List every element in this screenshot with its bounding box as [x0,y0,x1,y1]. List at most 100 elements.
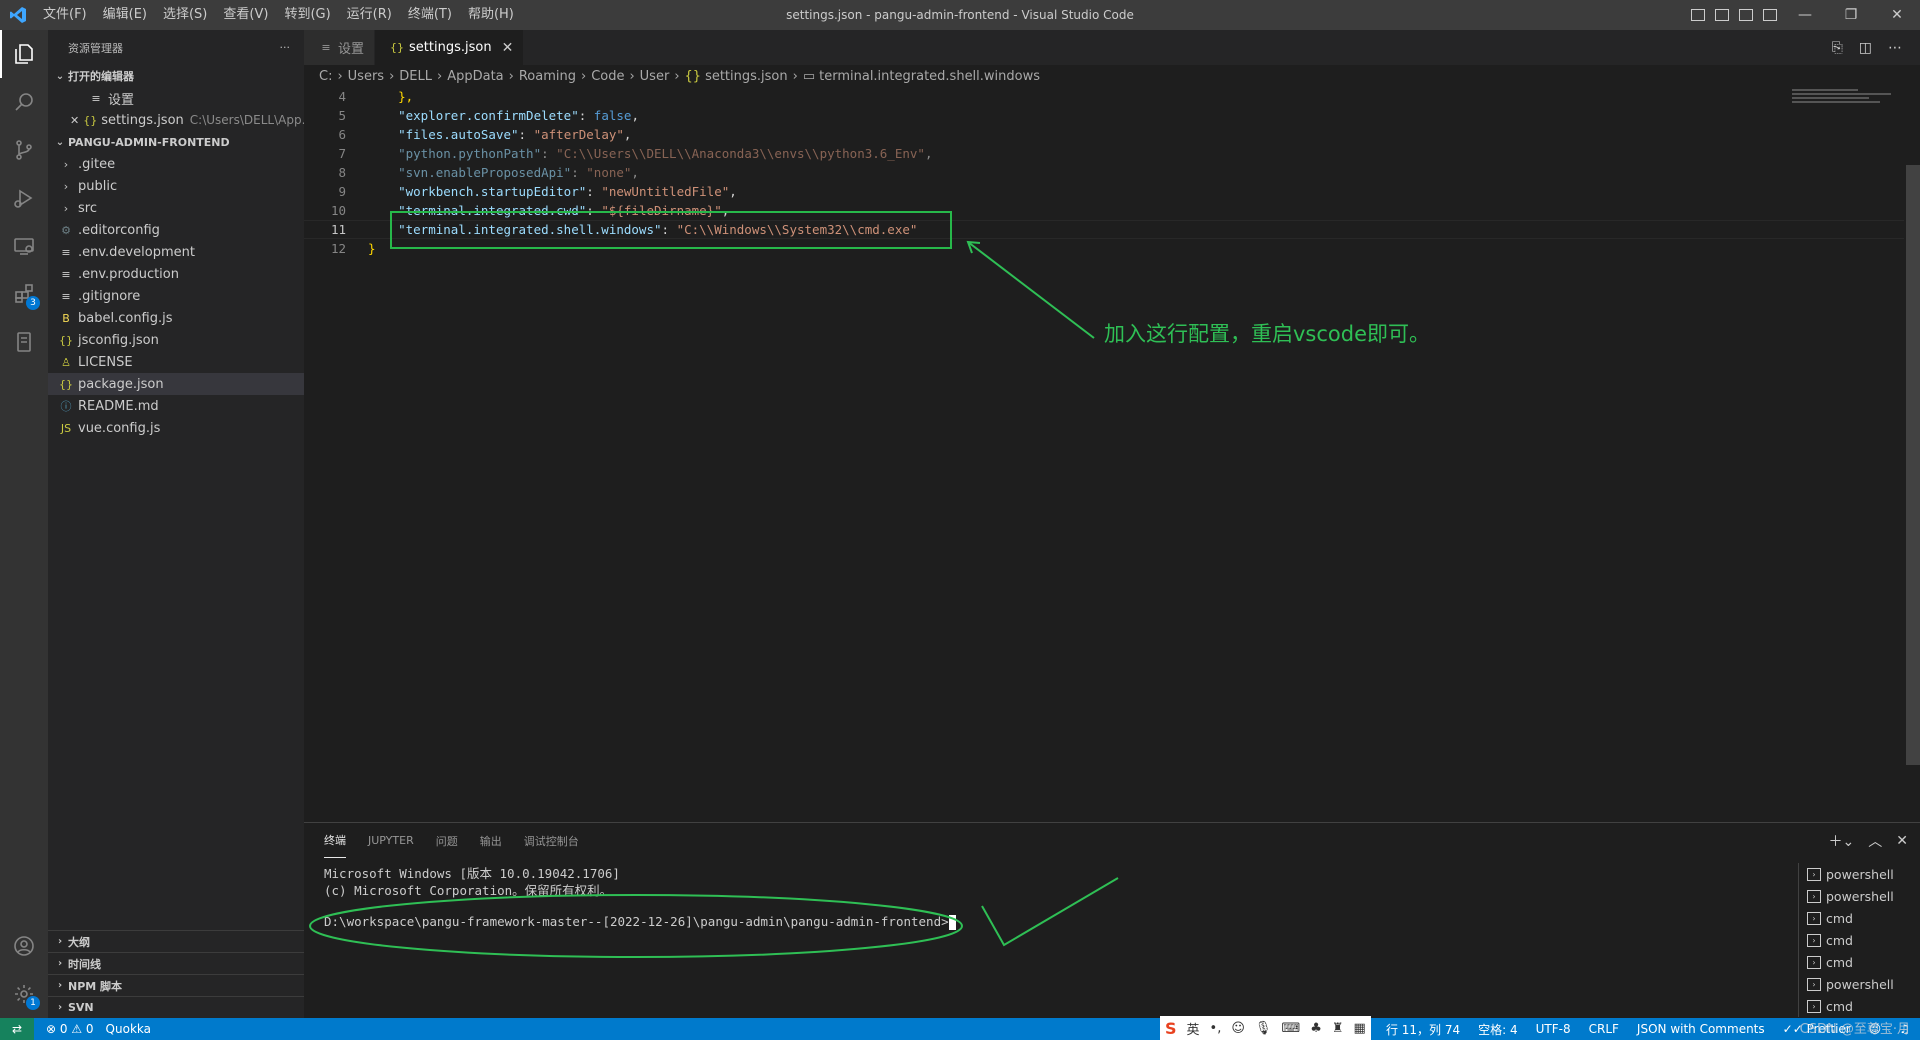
file-tree-item[interactable]: JS vue.config.js [48,417,304,439]
maximize-panel-icon[interactable]: ︿ [1868,831,1882,851]
menu-item[interactable]: 文件(F) [35,0,95,30]
breadcrumb-item[interactable]: terminal.integrated.shell.windows [819,69,1040,84]
indentation[interactable]: 空格: 4 [1478,1021,1518,1038]
line-ending[interactable]: CRLF [1589,1022,1619,1036]
close-panel-icon[interactable]: ✕ [1896,833,1908,849]
breadcrumb-item[interactable]: Code [591,69,624,84]
sogou-logo-icon[interactable]: S [1165,1019,1177,1038]
open-editor-item-settings-ui[interactable]: ≡ 设置 [48,87,304,109]
account-icon[interactable] [0,922,48,970]
menu-item[interactable]: 帮助(H) [460,0,522,30]
run-debug-icon[interactable] [0,174,48,222]
file-tree-item[interactable]: ⚙ .editorconfig [48,219,304,241]
skin-icon[interactable]: ♜ [1332,1021,1344,1036]
minimap[interactable] [1792,87,1902,127]
open-settings-ui-icon[interactable]: ⎘ [1832,40,1843,56]
sidebar-section[interactable]: › NPM 脚本 [48,974,304,996]
close-tab-icon[interactable]: ✕ [502,40,514,56]
notebook-icon[interactable] [0,318,48,366]
remote-explorer-icon[interactable] [0,222,48,270]
panel-tab[interactable]: JUPYTER [368,823,414,858]
breadcrumb-item[interactable]: Roaming [519,69,576,84]
extensions-icon[interactable]: 3 [0,270,48,318]
manage-gear-icon[interactable]: 1 [0,970,48,1018]
terminal-instance[interactable]: › cmd [1799,907,1908,929]
file-tree-item[interactable]: ⓘ README.md [48,395,304,417]
emoji-icon[interactable]: ☺ [1231,1021,1245,1036]
menu-item[interactable]: 运行(R) [339,0,400,30]
remote-indicator-icon[interactable]: ⇄ [0,1018,34,1040]
minimize-button[interactable]: — [1782,0,1828,30]
terminal-instance[interactable]: › cmd [1799,951,1908,973]
file-tree-item[interactable]: {} package.json [48,373,304,395]
close-icon[interactable]: ✕ [70,114,79,127]
tab-settings-ui[interactable]: ≡ 设置 [304,30,376,65]
toggle-secondary-sidebar-icon[interactable] [1739,9,1753,21]
open-editor-item-settings-json[interactable]: ✕ {} settings.json C:\Users\DELL\App... [48,109,304,131]
file-tree-item[interactable]: ≡ .env.production [48,263,304,285]
terminal-instance[interactable]: › cmd [1799,995,1908,1017]
sidebar-section[interactable]: › 时间线 [48,952,304,974]
file-tree-item[interactable]: ≡ .env.development [48,241,304,263]
new-terminal-icon[interactable]: ＋⌄ [1829,831,1855,851]
more-actions-icon[interactable]: ··· [280,41,291,54]
toggle-panel-icon[interactable] [1715,9,1729,21]
grid-menu-icon[interactable]: ▦ [1354,1021,1366,1036]
breadcrumb-item[interactable]: settings.json [705,69,788,84]
toggle-sidebar-icon[interactable] [1691,9,1705,21]
terminal-instance[interactable]: › cmd [1799,929,1908,951]
encoding[interactable]: UTF-8 [1536,1022,1571,1036]
customize-layout-icon[interactable] [1763,9,1777,21]
file-tree-item[interactable]: › public [48,175,304,197]
file-tree-item[interactable]: ♙ LICENSE [48,351,304,373]
file-tree-item[interactable]: Bbabel.config.js [48,307,304,329]
punctuation-icon[interactable]: •, [1210,1021,1222,1036]
breadcrumb-item[interactable]: C: [319,69,332,84]
source-control-icon[interactable] [0,126,48,174]
sidebar-section[interactable]: › 大纲 [48,930,304,952]
terminal-output[interactable]: Microsoft Windows [版本 10.0.19042.1706] (c… [324,863,956,931]
panel-tab[interactable]: 终端 [324,823,346,858]
sidebar-section[interactable]: › SVN [48,996,304,1018]
terminal-instance[interactable]: › powershell [1799,973,1908,995]
file-tree-item[interactable]: › .gitee [48,153,304,175]
cursor-position[interactable]: 行 11，列 74 [1386,1021,1460,1038]
editor-area: ≡ 设置 {} settings.json ✕ ⎘ ◫ ⋯ C: › Users › D… [304,30,1920,820]
file-tree-item[interactable]: › src [48,197,304,219]
split-editor-icon[interactable]: ◫ [1859,40,1872,56]
editor-scrollbar[interactable] [1906,87,1920,817]
breadcrumb-item[interactable]: AppData [447,69,503,84]
explorer-icon[interactable] [0,30,48,78]
file-tree-item[interactable]: ≡ .gitignore [48,285,304,307]
keyboard-icon[interactable]: ⌨ [1281,1021,1300,1036]
menu-item[interactable]: 终端(T) [400,0,460,30]
more-actions-icon[interactable]: ⋯ [1888,40,1902,56]
terminal-instance[interactable]: › powershell [1799,885,1908,907]
close-window-button[interactable]: ✕ [1874,0,1920,30]
language-mode[interactable]: JSON with Comments [1637,1022,1765,1036]
menu-item[interactable]: 编辑(E) [95,0,155,30]
breadcrumb-item[interactable]: User [640,69,670,84]
problems-status[interactable]: ⊗ 0 ⚠ 0 [46,1022,94,1036]
breadcrumb-item[interactable]: DELL [399,69,432,84]
quokka-status[interactable]: Quokka [106,1022,151,1036]
menu-item[interactable]: 查看(V) [215,0,276,30]
line-number: 12 [330,241,346,256]
restore-button[interactable]: ❐ [1828,0,1874,30]
menu-item[interactable]: 转到(G) [276,0,338,30]
json-value: "newUntitledFile" [601,184,730,199]
file-tree-item[interactable]: {} jsconfig.json [48,329,304,351]
ime-language[interactable]: 英 [1187,1019,1200,1038]
terminal-instance[interactable]: › powershell [1799,863,1908,885]
menu-item[interactable]: 选择(S) [155,0,215,30]
project-section[interactable]: ⌄ PANGU-ADMIN-FRONTEND [48,131,304,153]
panel-tab[interactable]: 输出 [480,823,502,858]
toolbox-icon[interactable]: ♣ [1310,1021,1322,1036]
breadcrumb-item[interactable]: Users [348,69,384,84]
panel-tab[interactable]: 问题 [436,823,458,858]
voice-icon[interactable]: 🎙 [1255,1021,1272,1036]
tab-settings-json[interactable]: {} settings.json ✕ [375,30,525,65]
open-editors-section[interactable]: ⌄ 打开的编辑器 [48,65,304,87]
panel-tab[interactable]: 调试控制台 [524,823,579,858]
search-icon[interactable] [0,78,48,126]
